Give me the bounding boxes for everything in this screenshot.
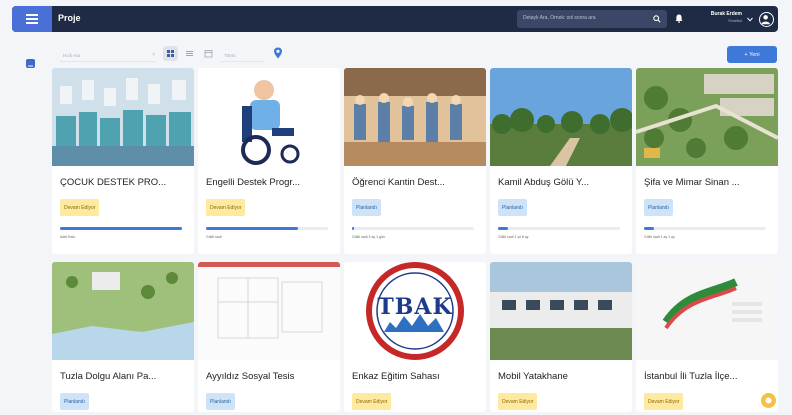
status-badge: Devam Ediyor [352, 393, 392, 410]
project-card[interactable]: Mobil Yatakhane Devam Ediyor [490, 262, 632, 412]
status-badge: Planlandı [60, 393, 89, 410]
project-thumbnail[interactable] [636, 262, 778, 360]
list-view-button[interactable] [182, 46, 197, 61]
progress-bar [60, 227, 182, 230]
progress-text: Güllü sadi 1 ay 1 ay [644, 235, 675, 239]
project-card[interactable]: ÇOCUK DESTEK PRO... Devam Ediyor Adet Kalo [52, 68, 194, 254]
project-card[interactable]: TBAK Enkaz Eğitim Sahası Devam Ediyor [344, 262, 486, 412]
progress-text: Adet Kalo [60, 235, 76, 239]
project-thumbnail[interactable] [198, 68, 340, 166]
status-badge: Planlandı [498, 199, 527, 216]
progress-bar [352, 227, 474, 230]
project-title[interactable]: Şifa ve Mimar Sinan ... [644, 177, 772, 188]
project-title[interactable]: ÇOCUK DESTEK PRO... [60, 177, 188, 188]
quick-search-input[interactable]: Hızlı Ara × [60, 50, 156, 62]
project-title[interactable]: Kamil Abduş Gölü Y... [498, 177, 626, 188]
project-card[interactable]: Tuzla Dolgu Alanı Pa... Planlandı [52, 262, 194, 412]
project-thumbnail[interactable] [636, 68, 778, 166]
page-title: Proje [58, 13, 81, 23]
global-search-input[interactable]: Detaylı Ara, Örnek: sol sonra ara [523, 15, 643, 21]
clear-icon[interactable]: × [152, 52, 155, 58]
progress-text: Güllü sadi 1 yıl 8 ay [498, 235, 529, 239]
status-badge: Devam Ediyor [498, 393, 538, 410]
bell-icon[interactable] [675, 14, 683, 23]
project-thumbnail[interactable] [198, 262, 340, 360]
project-title[interactable]: Enkaz Eğitim Sahası [352, 371, 480, 382]
top-bar: Proje Detaylı Ara, Örnek: sol sonra ara … [12, 6, 778, 32]
progress-fill [352, 227, 355, 230]
sidebar-toggle-icon[interactable] [26, 59, 35, 69]
status-badge: Devam Ediyor [60, 199, 100, 216]
grid-icon [167, 50, 174, 57]
project-card[interactable]: İstanbul İli Tuzla İlçe... Devam Ediyor [636, 262, 778, 412]
global-search[interactable]: Detaylı Ara, Örnek: sol sonra ara [517, 10, 667, 28]
project-thumbnail[interactable] [52, 262, 194, 360]
project-thumbnail[interactable] [490, 68, 632, 166]
status-badge: Planlandı [206, 393, 235, 410]
project-card[interactable]: Ayyıldız Sosyal Tesis Planlandı [198, 262, 340, 412]
calendar-icon [204, 50, 213, 58]
project-card[interactable]: Şifa ve Mimar Sinan ... Planlandı Güllü sa… [636, 68, 778, 254]
project-card[interactable]: Kamil Abduş Gölü Y... Planlandı Güllü sadi… [490, 68, 632, 254]
project-thumbnail[interactable] [52, 68, 194, 166]
project-thumbnail[interactable] [490, 262, 632, 360]
new-project-button[interactable]: + Yeni [727, 46, 777, 63]
status-badge: Devam Ediyor [644, 393, 684, 410]
map-pin-icon[interactable] [273, 47, 283, 59]
chevron-down-icon[interactable] [747, 17, 753, 22]
progress-fill [498, 227, 508, 230]
user-icon [761, 15, 770, 25]
project-title[interactable]: Tuzla Dolgu Alanı Pa... [60, 371, 188, 382]
chat-icon [765, 397, 772, 404]
progress-fill [644, 227, 654, 230]
project-title[interactable]: Ayyıldız Sosyal Tesis [206, 371, 334, 382]
project-card[interactable]: Engelli Destek Progr... Devam Ediyor Güllü… [198, 68, 340, 254]
list-icon [186, 51, 193, 56]
user-role: Yönetici [727, 18, 742, 23]
quick-search-placeholder: Hızlı Ara [63, 53, 81, 58]
status-badge: Devam Ediyor [206, 199, 246, 216]
project-card[interactable]: Öğrenci Kantin Dest... Planlandı Güllü sad… [344, 68, 486, 254]
progress-fill [206, 227, 298, 230]
progress-text: Güllü sadi 3 ay 1 gün [352, 235, 385, 239]
calendar-view-button[interactable] [201, 46, 216, 61]
progress-bar [498, 227, 620, 230]
user-info[interactable]: Burak Erdem Yönetici [698, 11, 742, 23]
status-badge: Planlandı [644, 199, 673, 216]
project-thumbnail[interactable] [344, 68, 486, 166]
project-title[interactable]: Öğrenci Kantin Dest... [352, 177, 480, 188]
grid-view-button[interactable] [163, 46, 178, 61]
project-title[interactable]: Mobil Yatakhane [498, 371, 626, 382]
help-fab-button[interactable] [761, 393, 776, 408]
progress-bar [644, 227, 766, 230]
hamburger-menu-button[interactable] [12, 6, 52, 32]
progress-fill [60, 227, 182, 230]
status-filter-select[interactable]: Tümü [220, 50, 264, 62]
project-title[interactable]: Engelli Destek Progr... [206, 177, 334, 188]
project-title[interactable]: İstanbul İli Tuzla İlçe... [644, 371, 772, 382]
tbak-logo-text: TBAK [377, 294, 453, 320]
status-badge: Planlandı [352, 199, 381, 216]
status-filter-placeholder: Tümü [224, 53, 236, 58]
search-icon[interactable] [653, 15, 661, 23]
progress-bar [206, 227, 328, 230]
avatar[interactable] [759, 12, 774, 27]
user-name: Burak Erdem [710, 11, 742, 17]
progress-text: Güllü sadi [206, 235, 222, 239]
